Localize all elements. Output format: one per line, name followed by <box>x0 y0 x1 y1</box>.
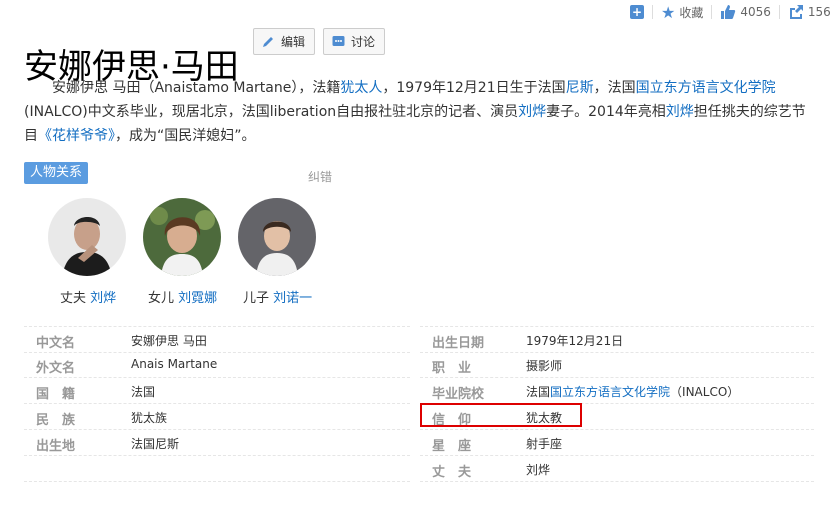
top-actions: + ★ 收藏 4056 156 <box>630 0 831 24</box>
info-value-link[interactable]: 国立东方语言文化学院 <box>550 385 670 399</box>
favorite-button[interactable]: 收藏 <box>679 4 703 21</box>
info-row-chinese-name: 中文名 安娜伊思 马田 <box>24 326 410 353</box>
relation-role: 儿子 <box>243 291 270 306</box>
relations-tag: 人物关系 <box>24 162 89 184</box>
relation-name-link[interactable]: 刘烨 <box>90 291 116 306</box>
info-row-ethnicity: 民 族 犹太族 <box>24 404 410 430</box>
info-value: Anais Martane <box>131 357 218 371</box>
link-liuye-2[interactable]: 刘烨 <box>666 104 694 120</box>
edit-label: 编辑 <box>281 35 306 49</box>
info-row-nationality: 国 籍 法国 <box>24 378 410 404</box>
info-key: 外文名 <box>36 361 76 376</box>
info-value-link[interactable]: 犹太族 <box>131 409 167 426</box>
avatar-daughter[interactable] <box>143 198 221 276</box>
info-row-husband: 丈 夫 刘烨 <box>420 456 814 482</box>
relation-role: 女儿 <box>148 291 175 306</box>
summary-text: 妻子。2014年亮相 <box>546 104 666 120</box>
info-key: 毕业院校 <box>432 387 485 402</box>
info-key: 出生日期 <box>432 336 485 351</box>
info-value: 摄影师 <box>526 359 563 373</box>
info-value-link[interactable]: 刘烨 <box>526 461 550 478</box>
info-value-link[interactable]: 法国 <box>131 383 155 400</box>
info-value: 法国国立东方语言文化学院（INALCO） <box>526 383 739 400</box>
summary-text: ，1979年12月21日生于法国 <box>382 80 566 96</box>
link-inalco[interactable]: 国立东方语言文化学院 <box>636 80 776 96</box>
pencil-icon <box>262 35 275 48</box>
info-key: 职 业 <box>432 361 472 376</box>
chat-icon <box>332 35 345 48</box>
relation-name-link[interactable]: 刘诺一 <box>273 291 312 306</box>
info-key: 星 座 <box>432 439 472 454</box>
info-row-occupation: 职 业 摄影师 <box>420 352 814 378</box>
info-key: 中文名 <box>36 336 76 351</box>
summary-text: ，法国 <box>593 80 636 96</box>
info-key: 丈 夫 <box>432 465 472 480</box>
info-value: 1979年12月21日 <box>526 334 624 348</box>
link-show[interactable]: 《花样爷爷》 <box>38 128 115 144</box>
share-icon[interactable] <box>788 4 804 20</box>
thumbs-up-icon[interactable] <box>720 4 736 20</box>
relation-caption-daughter: 女儿 刘霓娜 <box>148 287 217 306</box>
info-value-text: （INALCO） <box>670 385 740 399</box>
summary-text: (INALCO)中文系毕业，现居北京，法国liberation自由报社驻北京的记… <box>24 104 519 120</box>
avatar-husband[interactable] <box>48 198 126 276</box>
info-key: 民 族 <box>36 413 76 428</box>
summary-text: ，成为“国民洋媳妇”。 <box>115 128 256 144</box>
info-value-text: 法国 <box>526 385 551 399</box>
info-row-empty <box>24 456 410 482</box>
share-count[interactable]: 156 <box>808 5 831 19</box>
star-icon[interactable]: ★ <box>661 3 675 22</box>
relation-role: 丈夫 <box>60 291 87 306</box>
link-liuye[interactable]: 刘烨 <box>518 104 546 120</box>
divider <box>711 5 713 19</box>
relation-name-link[interactable]: 刘霓娜 <box>178 291 217 306</box>
info-key: 国 籍 <box>36 387 76 402</box>
relation-caption-son: 儿子 刘诺一 <box>243 287 312 306</box>
info-value: 射手座 <box>526 437 563 451</box>
add-icon[interactable]: + <box>630 5 644 19</box>
info-row-birthplace: 出生地 法国尼斯 <box>24 430 410 456</box>
info-row-foreign-name: 外文名 Anais Martane <box>24 352 410 378</box>
info-row-zodiac: 星 座 射手座 <box>420 430 814 456</box>
discuss-button[interactable]: 讨论 <box>323 28 385 55</box>
highlight-box <box>420 403 582 427</box>
like-count[interactable]: 4056 <box>740 5 771 19</box>
info-value: 安娜伊思 马田 <box>131 334 207 348</box>
summary-text: 安娜伊思 马田（Anaistamo Martane），法籍 <box>52 80 341 96</box>
info-row-birthdate: 出生日期 1979年12月21日 <box>420 326 814 353</box>
link-nice[interactable]: 尼斯 <box>566 80 594 96</box>
divider <box>778 5 780 19</box>
relation-caption-husband: 丈夫 刘烨 <box>60 287 116 306</box>
info-key: 出生地 <box>36 439 76 454</box>
report-error-link[interactable]: 纠错 <box>308 168 332 185</box>
edit-button[interactable]: 编辑 <box>253 28 315 55</box>
divider <box>652 5 653 19</box>
info-row-school: 毕业院校 法国国立东方语言文化学院（INALCO） <box>420 378 814 404</box>
link-jew[interactable]: 犹太人 <box>340 80 382 96</box>
discuss-label: 讨论 <box>351 35 376 49</box>
info-value-link[interactable]: 法国尼斯 <box>131 435 179 452</box>
summary-paragraph: 安娜伊思 马田（Anaistamo Martane），法籍犹太人，1979年12… <box>24 76 814 148</box>
avatar-son[interactable] <box>238 198 316 276</box>
